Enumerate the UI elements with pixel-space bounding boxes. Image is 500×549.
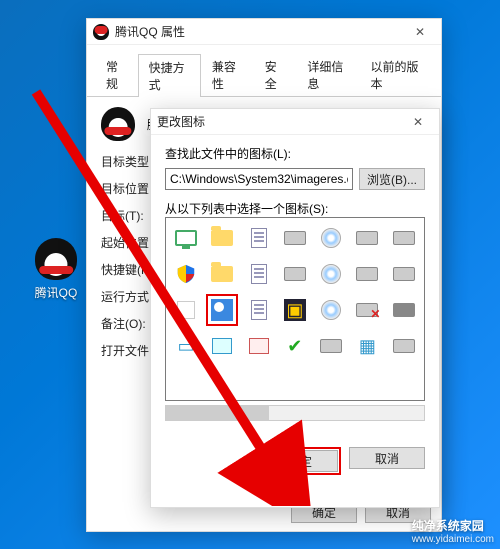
tab-general[interactable]: 常规: [95, 53, 138, 96]
icon-option-document[interactable]: [243, 258, 275, 290]
change-icon-ok-button[interactable]: 确定: [262, 450, 338, 472]
tab-previous-versions[interactable]: 以前的版本: [360, 53, 434, 96]
icon-option-window[interactable]: [206, 330, 238, 362]
icon-option-image[interactable]: [243, 330, 275, 362]
change-icon-dialog: 更改图标 ✕ 查找此文件中的图标(L): 浏览(B)... 从以下列表中选择一个…: [150, 108, 440, 508]
browse-button[interactable]: 浏览(B)...: [359, 168, 425, 190]
highlight-annotation: 确定: [259, 447, 341, 475]
watermark-brand: 纯净系统家园: [412, 517, 494, 534]
icon-option-dvd[interactable]: [388, 294, 420, 326]
tab-compatibility[interactable]: 兼容性: [201, 53, 254, 96]
window-title: 腾讯QQ 属性: [115, 23, 185, 40]
icon-path-input[interactable]: [165, 168, 353, 190]
tab-security[interactable]: 安全: [254, 53, 297, 96]
icon-option-disc[interactable]: [315, 258, 347, 290]
icon-option-video[interactable]: ▣: [279, 294, 311, 326]
icon-option-window[interactable]: ▭: [170, 330, 202, 362]
icon-option-document[interactable]: [243, 294, 275, 326]
tab-strip: 常规 快捷方式 兼容性 安全 详细信息 以前的版本: [87, 45, 441, 97]
qq-penguin-icon: [35, 238, 77, 280]
icon-option-drive[interactable]: [351, 222, 383, 254]
icon-option-disc[interactable]: [315, 294, 347, 326]
desktop-shortcut-qq[interactable]: 腾讯QQ: [26, 238, 86, 301]
look-in-label: 查找此文件中的图标(L):: [165, 145, 425, 162]
tab-details[interactable]: 详细信息: [296, 53, 359, 96]
icon-option-drive[interactable]: [315, 330, 347, 362]
qq-penguin-icon: [93, 24, 109, 40]
tab-shortcut[interactable]: 快捷方式: [138, 54, 201, 97]
close-button[interactable]: ✕: [405, 19, 435, 44]
icon-option-monitor[interactable]: [170, 222, 202, 254]
icon-option-drive[interactable]: [279, 258, 311, 290]
close-button[interactable]: ✕: [403, 109, 433, 134]
icon-option-folder[interactable]: [206, 258, 238, 290]
icon-option-drive[interactable]: [351, 258, 383, 290]
titlebar[interactable]: 腾讯QQ 属性 ✕: [87, 19, 441, 45]
icon-option-document[interactable]: [243, 222, 275, 254]
icon-option-check[interactable]: ✔: [279, 330, 311, 362]
change-icon-cancel-button[interactable]: 取消: [349, 447, 425, 469]
icon-option-blank[interactable]: [170, 294, 202, 326]
watermark-url: www.yidaimei.com: [412, 534, 494, 545]
icon-option-selected[interactable]: [206, 294, 238, 326]
window-title: 更改图标: [157, 113, 205, 130]
icon-option-drive[interactable]: [388, 330, 420, 362]
desktop-shortcut-label: 腾讯QQ: [35, 286, 78, 300]
titlebar[interactable]: 更改图标 ✕: [151, 109, 439, 135]
icon-option-drive[interactable]: [388, 222, 420, 254]
icon-option-shield[interactable]: [170, 258, 202, 290]
icon-option-folder[interactable]: [206, 222, 238, 254]
icon-list: ▣ ✕ ▭ ✔ ▦: [165, 217, 425, 401]
icon-option-drive[interactable]: [388, 258, 420, 290]
icon-list-scrollbar[interactable]: [165, 405, 425, 421]
watermark: 纯净系统家园 www.yidaimei.com: [412, 517, 494, 545]
icon-option-disc[interactable]: [315, 222, 347, 254]
icon-option-remove-drive[interactable]: ✕: [351, 294, 383, 326]
qq-penguin-icon: [101, 107, 135, 141]
icon-option-window-tiles[interactable]: ▦: [351, 330, 383, 362]
select-icon-label: 从以下列表中选择一个图标(S):: [165, 200, 425, 217]
icon-option-drive[interactable]: [279, 222, 311, 254]
